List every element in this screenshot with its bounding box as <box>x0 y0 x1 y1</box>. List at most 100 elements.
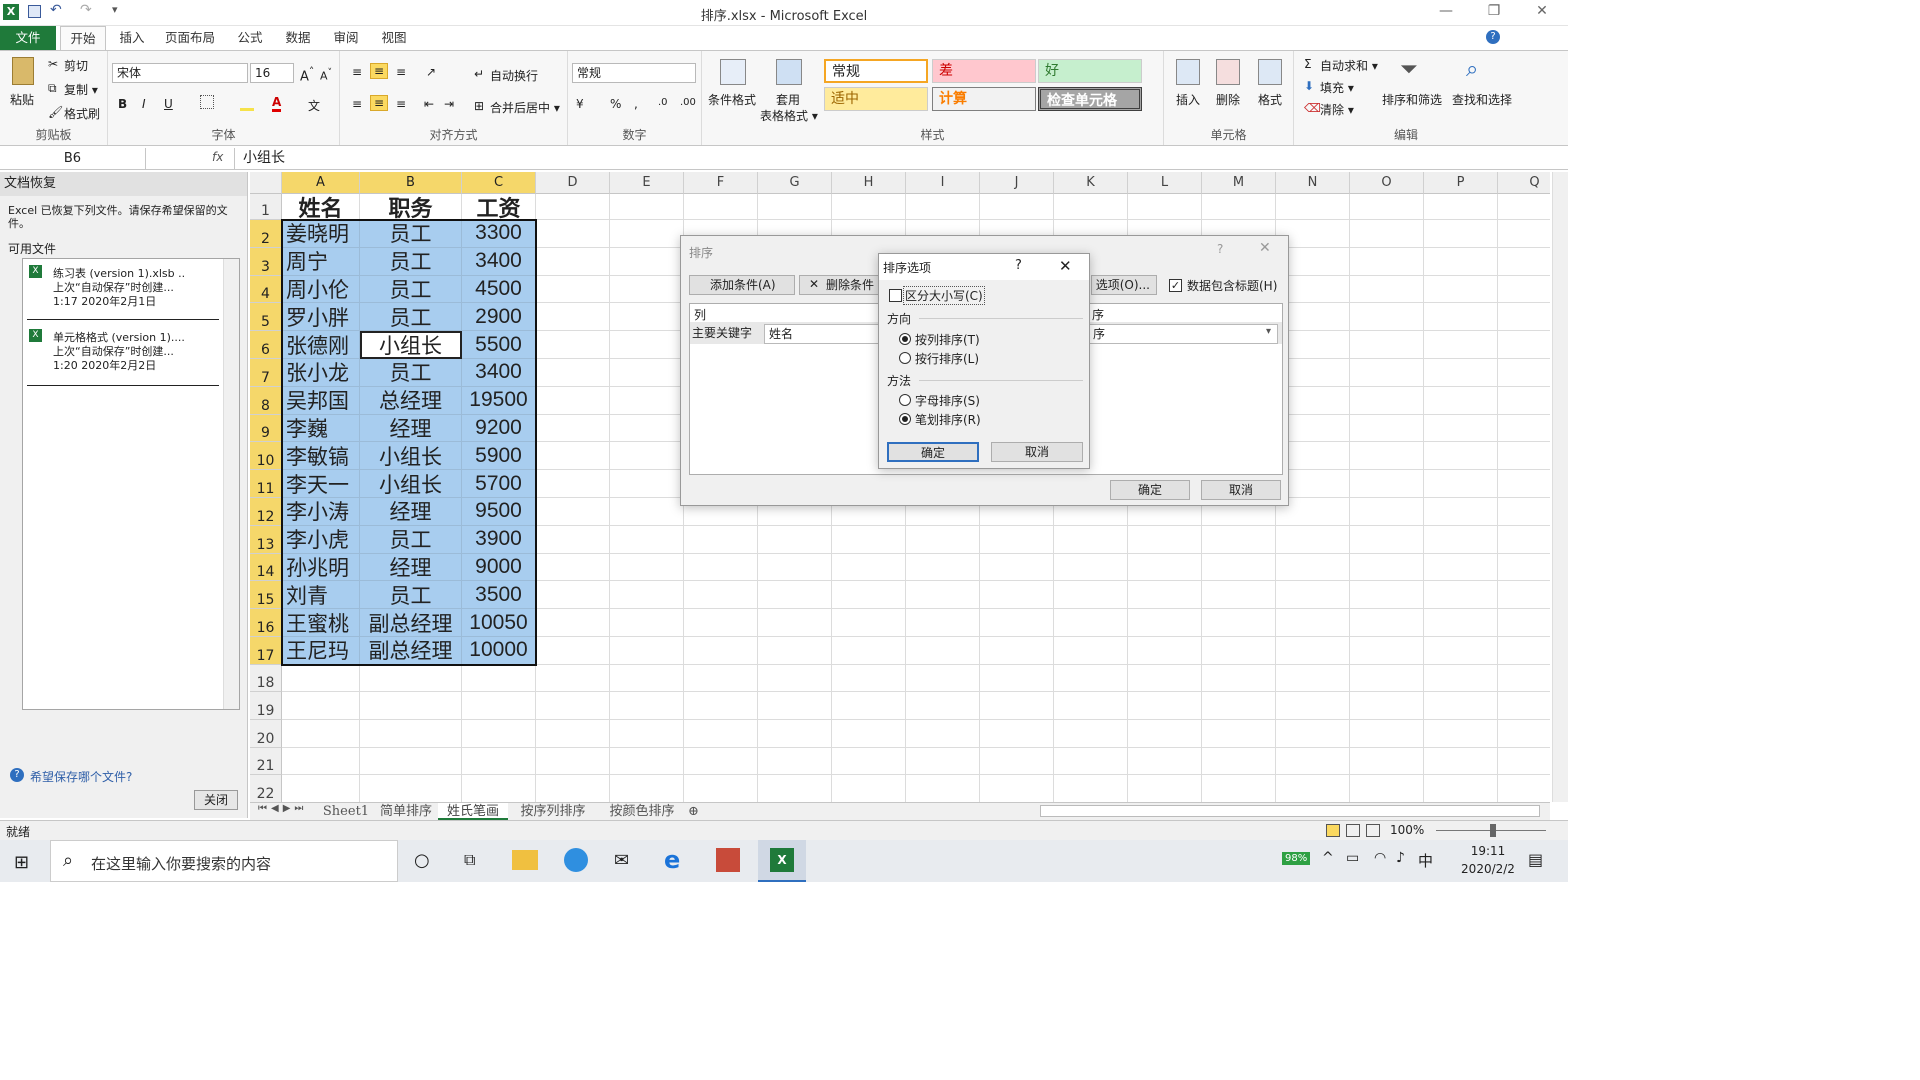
sheet-nav-icon[interactable]: ⏮◀▶⏭ <box>258 803 307 814</box>
data-cell[interactable]: 小组长 <box>360 442 462 471</box>
order-select[interactable]: 序 <box>1088 324 1278 344</box>
empty-cell[interactable] <box>282 664 360 693</box>
delete-cells-button[interactable]: 删除 <box>1216 91 1240 108</box>
empty-cell[interactable] <box>980 747 1054 776</box>
data-cell[interactable]: 员工 <box>360 359 462 387</box>
empty-cell[interactable] <box>1350 194 1424 220</box>
percent-button[interactable]: % <box>610 97 621 111</box>
empty-cell[interactable] <box>1202 775 1276 802</box>
row-header-8[interactable]: 8 <box>250 386 282 415</box>
empty-cell[interactable] <box>1350 775 1424 802</box>
row-header-7[interactable]: 7 <box>250 359 282 387</box>
empty-cell[interactable] <box>610 331 684 359</box>
empty-cell[interactable] <box>360 747 462 776</box>
empty-cell[interactable] <box>1498 665 1550 693</box>
data-cell[interactable]: 10050 <box>462 609 536 637</box>
archive-app-icon[interactable] <box>716 848 740 872</box>
recovery-file-item[interactable]: X 单元格格式 (version 1).... 上次“自动保存”时创建... 1… <box>23 323 227 385</box>
recovery-file-item[interactable]: X 练习表 (version 1).xlsb .. 上次“自动保存”时创建...… <box>23 259 227 321</box>
empty-cell[interactable] <box>1202 664 1276 693</box>
row-header-10[interactable]: 10 <box>250 442 282 471</box>
empty-cell[interactable] <box>832 692 906 720</box>
data-cell[interactable]: 小组长 <box>360 331 462 359</box>
style-good[interactable]: 好 <box>1038 59 1142 83</box>
decrease-indent-icon[interactable]: ⇤ <box>424 97 434 111</box>
volume-icon[interactable]: ♪ <box>1396 850 1405 866</box>
help-icon[interactable]: ? <box>1486 30 1500 44</box>
options-cancel-button[interactable]: 取消 <box>991 442 1083 462</box>
empty-cell[interactable] <box>1424 609 1498 637</box>
wrap-text-button[interactable]: 自动换行 <box>490 67 538 84</box>
empty-cell[interactable] <box>1498 470 1550 498</box>
empty-cell[interactable] <box>1128 553 1202 582</box>
restore-button[interactable]: ❐ <box>1474 3 1514 23</box>
select-all-corner[interactable] <box>250 172 282 194</box>
empty-cell[interactable] <box>1498 720 1550 748</box>
decrease-decimal-icon[interactable]: .00 <box>680 97 696 108</box>
empty-cell[interactable] <box>1350 609 1424 637</box>
empty-cell[interactable] <box>832 194 906 220</box>
wrap-text-icon[interactable]: ↵ <box>474 67 484 81</box>
empty-cell[interactable] <box>1424 664 1498 693</box>
conditional-format-icon[interactable] <box>720 59 746 85</box>
tab-review[interactable]: 审阅 <box>326 26 366 50</box>
empty-cell[interactable] <box>1276 747 1350 776</box>
empty-cell[interactable] <box>536 386 610 415</box>
empty-cell[interactable] <box>1424 470 1498 498</box>
data-cell[interactable]: 员工 <box>360 220 462 248</box>
empty-cell[interactable] <box>1498 581 1550 610</box>
phonetic-icon[interactable]: 文 <box>308 97 320 114</box>
orientation-icon[interactable]: ↗ <box>426 65 436 79</box>
empty-cell[interactable] <box>536 692 610 720</box>
empty-cell[interactable] <box>980 637 1054 665</box>
empty-cell[interactable] <box>1276 581 1350 610</box>
empty-cell[interactable] <box>1350 747 1424 776</box>
data-cell[interactable]: 员工 <box>360 525 462 554</box>
empty-cell[interactable] <box>1202 609 1276 637</box>
empty-cell[interactable] <box>282 775 360 802</box>
empty-cell[interactable] <box>832 720 906 748</box>
empty-cell[interactable] <box>1276 664 1350 693</box>
row-header-18[interactable]: 18 <box>250 664 282 693</box>
sort-by-row-radio[interactable] <box>899 352 911 364</box>
empty-cell[interactable] <box>906 664 980 693</box>
empty-cell[interactable] <box>906 194 980 220</box>
data-cell[interactable]: 王蜜桃 <box>282 609 360 637</box>
empty-cell[interactable] <box>906 692 980 720</box>
zoom-level[interactable]: 100% <box>1390 823 1424 837</box>
data-cell[interactable]: 刘青 <box>282 581 360 610</box>
data-cell[interactable]: 3300 <box>462 220 536 248</box>
data-cell[interactable]: 经理 <box>360 553 462 582</box>
empty-cell[interactable] <box>1498 748 1550 776</box>
data-cell[interactable]: 副总经理 <box>360 609 462 637</box>
empty-cell[interactable] <box>610 442 684 471</box>
grow-font-icon[interactable]: A˄ <box>300 65 314 84</box>
options-help-button[interactable]: ? <box>1015 258 1022 273</box>
empty-cell[interactable] <box>758 553 832 582</box>
empty-cell[interactable] <box>536 194 610 220</box>
empty-cell[interactable] <box>1276 194 1350 220</box>
empty-cell[interactable] <box>684 525 758 554</box>
sort-help-icon[interactable]: ? <box>1217 242 1223 256</box>
empty-cell[interactable] <box>536 720 610 748</box>
empty-cell[interactable] <box>536 331 610 359</box>
column-header-Q[interactable]: Q <box>1498 172 1550 194</box>
empty-cell[interactable] <box>980 525 1054 554</box>
empty-cell[interactable] <box>1054 525 1128 554</box>
empty-cell[interactable] <box>1350 525 1424 554</box>
help-link[interactable]: 希望保存哪个文件? <box>30 768 132 785</box>
find-select-icon[interactable]: ⌕ <box>1466 57 1478 82</box>
header-cell[interactable]: 职务 <box>360 194 462 222</box>
format-cells-button[interactable]: 格式 <box>1258 91 1282 108</box>
row-header-2[interactable]: 2 <box>250 220 282 248</box>
cut-icon[interactable]: ✂ <box>48 57 58 71</box>
primary-key-select[interactable]: 姓名 <box>764 324 884 344</box>
empty-cell[interactable] <box>1054 581 1128 610</box>
data-cell[interactable]: 5500 <box>462 331 536 359</box>
data-cell[interactable]: 李小虎 <box>282 525 360 554</box>
empty-cell[interactable] <box>758 637 832 665</box>
empty-cell[interactable] <box>536 581 610 610</box>
empty-cell[interactable] <box>1276 720 1350 748</box>
empty-cell[interactable] <box>1498 609 1550 637</box>
find-select-button[interactable]: 查找和选择 <box>1452 91 1512 108</box>
